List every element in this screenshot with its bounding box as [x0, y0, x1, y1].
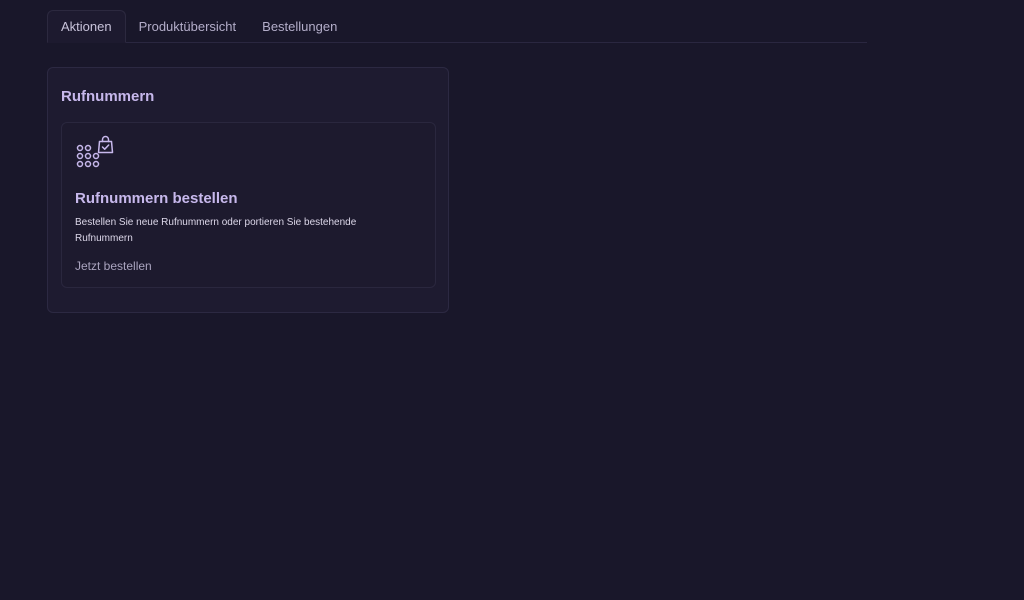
- order-numbers-card: Rufnummern bestellen Bestellen Sie neue …: [61, 122, 436, 288]
- rufnummern-panel: Rufnummern Rufnummern bestellen Bestelle…: [47, 67, 449, 313]
- tab-aktionen[interactable]: Aktionen: [47, 10, 126, 43]
- card-title: Rufnummern bestellen: [75, 190, 238, 207]
- tab-bar: Aktionen Produktübersicht Bestellungen: [47, 10, 867, 43]
- card-description: Bestellen Sie neue Rufnummern oder porti…: [75, 217, 357, 244]
- order-now-link[interactable]: Jetzt bestellen: [75, 259, 152, 273]
- panel-title: Rufnummern: [61, 88, 155, 105]
- tab-produktuebersicht[interactable]: Produktübersicht: [126, 10, 250, 42]
- keypad-shopping-bag-icon: [75, 135, 115, 173]
- page: Aktionen Produktübersicht Bestellungen R…: [0, 0, 1024, 600]
- tab-bestellungen[interactable]: Bestellungen: [249, 10, 350, 42]
